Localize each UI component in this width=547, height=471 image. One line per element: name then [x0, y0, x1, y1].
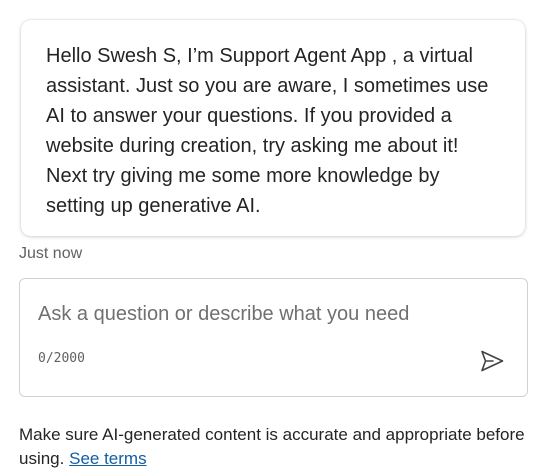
chat-panel: Hello Swesh S, I’m Support Agent App , a… [0, 0, 547, 471]
bot-message-text: Hello Swesh S, I’m Support Agent App , a… [46, 45, 489, 217]
send-button[interactable] [476, 345, 508, 377]
bot-message-bubble: Hello Swesh S, I’m Support Agent App , a… [21, 20, 525, 236]
message-composer: 0/2000 [19, 278, 528, 397]
ai-disclaimer: Make sure AI-generated content is accura… [19, 423, 529, 471]
see-terms-link[interactable]: See terms [69, 449, 146, 468]
character-count: 0/2000 [38, 351, 85, 366]
message-timestamp: Just now [19, 245, 83, 262]
send-icon [481, 350, 504, 372]
message-input[interactable] [38, 299, 478, 329]
